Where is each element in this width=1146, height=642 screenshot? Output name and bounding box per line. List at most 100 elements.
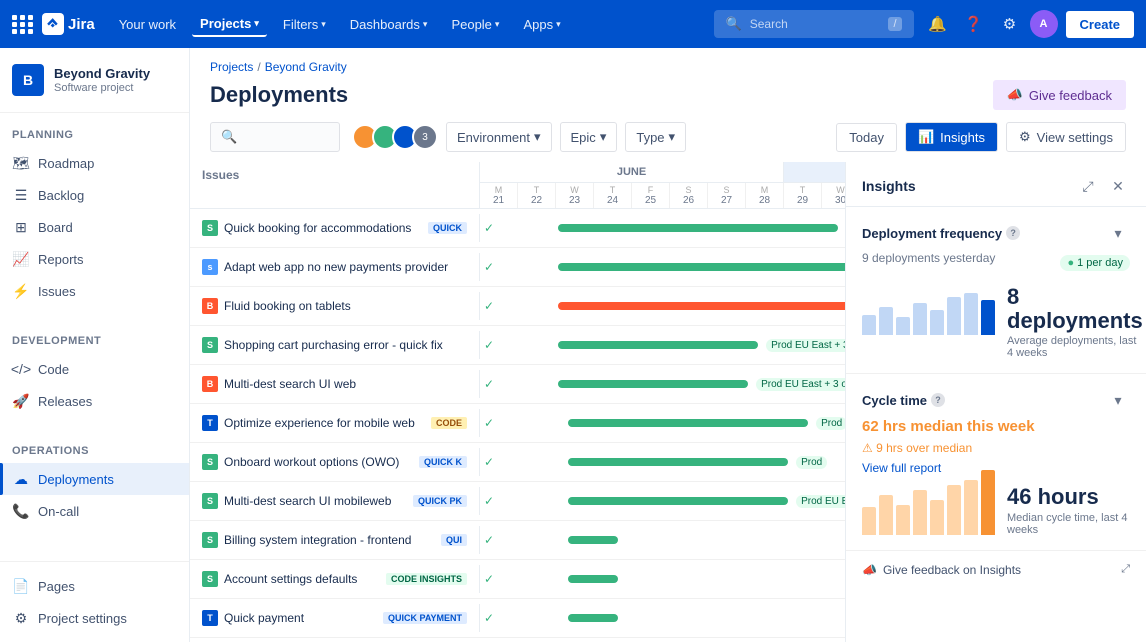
info-icon-cycle[interactable]: ? [931, 393, 945, 407]
sidebar-item-releases[interactable]: 🚀 Releases [0, 385, 189, 417]
gantt-bar-area: ✓ Prod EU East + 3 others [480, 365, 846, 403]
sidebar-item-project-settings[interactable]: ⚙ Project settings [0, 602, 189, 634]
apps-grid-icon[interactable] [12, 15, 34, 34]
issue-text: Account settings defaults [224, 572, 378, 586]
table-row[interactable]: T Optimize experience for mobile web COD… [190, 404, 846, 443]
chevron-down-icon: ▾ [321, 19, 326, 30]
sidebar-item-backlog[interactable]: ☰ Backlog [0, 179, 189, 211]
breadcrumb-project[interactable]: Beyond Gravity [265, 60, 347, 74]
issue-text: Shopping cart purchasing error - quick f… [224, 338, 467, 352]
give-feedback-button[interactable]: 📣 Give feedback [993, 80, 1126, 110]
insights-feedback-row[interactable]: 📣 Give feedback on Insights ⤢ [846, 551, 1146, 589]
sidebar-item-pages[interactable]: 📄 Pages [0, 570, 189, 602]
deployment-freq-title: Deployment frequency ? [862, 226, 1020, 241]
table-row[interactable]: S Quick booking for accommodations QUICK… [190, 209, 846, 248]
sidebar-item-issues[interactable]: ⚡ Issues [0, 275, 189, 307]
issue-cell: S Billing system integration - frontend … [190, 526, 480, 554]
settings-icon: ⚙ [1019, 129, 1031, 145]
gantt-bar [568, 458, 788, 466]
chevron-down-icon: ▾ [534, 129, 541, 145]
nav-apps[interactable]: Apps ▾ [515, 13, 568, 36]
issue-text: Optimize experience for mobile web [224, 416, 423, 430]
development-section: DEVELOPMENT </> Code 🚀 Releases [0, 319, 189, 429]
expand-icon[interactable]: ⤢ [1076, 174, 1100, 198]
table-row[interactable]: T Quick payment QUICK PAYMENT ✓ [190, 599, 846, 638]
table-row[interactable]: S Shopping cart purchasing error - quick… [190, 326, 846, 365]
nav-filters[interactable]: Filters ▾ [275, 13, 334, 36]
table-row[interactable]: S Multi-dest search UI mobileweb QUICK P… [190, 482, 846, 521]
view-settings-button[interactable]: ⚙ View settings [1006, 122, 1126, 152]
table-row[interactable]: S Fast trip search QUICK PAYMENT ✓ [190, 638, 846, 642]
help-icon[interactable]: ❓ [958, 8, 990, 40]
mini-bar [947, 485, 961, 535]
view-report-link[interactable]: View full report [862, 461, 1130, 475]
nav-people[interactable]: People ▾ [443, 13, 507, 36]
deployment-badge: ● 1 per day [1060, 255, 1130, 271]
table-row[interactable]: B Multi-dest search UI web ✓ Prod EU Eas… [190, 365, 846, 404]
user-avatar[interactable]: A [1030, 10, 1058, 38]
table-row[interactable]: S Account settings defaults CODE INSIGHT… [190, 560, 846, 599]
issue-type-icon: S [202, 220, 218, 236]
deployment-subtitle: 9 deployments yesterday [862, 251, 995, 265]
gantt-bar-area: ✓ Prod EU East + 3 d [480, 209, 846, 247]
operations-label: OPERATIONS [0, 441, 189, 463]
page-title: Deployments [210, 82, 348, 108]
create-button[interactable]: Create [1066, 11, 1134, 38]
search-input[interactable]: 🔍 [210, 122, 340, 152]
gantt-bar-area: ✓ Prod [480, 404, 846, 442]
insights-button[interactable]: 📊 Insights [905, 122, 998, 152]
page-header: Deployments 📣 Give feedback [190, 74, 1146, 122]
sidebar-item-label: On-call [38, 504, 79, 519]
table-row[interactable]: s Adapt web app no new payments provider… [190, 248, 846, 287]
sidebar-item-label: Code [38, 362, 69, 377]
breadcrumb-projects[interactable]: Projects [210, 60, 253, 74]
issue-text: Multi-dest search UI web [224, 377, 467, 391]
search-bar[interactable]: 🔍 Search / [714, 10, 914, 38]
issue-cell: T Quick payment QUICK PAYMENT [190, 604, 480, 632]
environment-filter[interactable]: Environment ▾ [446, 122, 552, 152]
collapse-icon[interactable]: ▾ [1106, 221, 1130, 245]
gantt-bar [568, 419, 808, 427]
sidebar-item-label: Pages [38, 579, 75, 594]
reports-icon: 📈 [12, 250, 30, 268]
sidebar-item-deployments[interactable]: ☁ Deployments [0, 463, 189, 495]
gantt-table: Issues JUNE JULY M21T22W23T24F25S26S27M2… [190, 162, 846, 642]
issue-rows: S Quick booking for accommodations QUICK… [190, 209, 846, 642]
sidebar-item-roadmap[interactable]: 🗺 Roadmap [0, 147, 189, 179]
project-header[interactable]: B Beyond Gravity Software project [0, 48, 189, 113]
cycle-warning: ⚠ 9 hrs over median [862, 441, 1130, 455]
settings-icon[interactable]: ⚙ [994, 8, 1026, 40]
close-icon[interactable]: ✕ [1106, 174, 1130, 198]
table-row[interactable]: S Billing system integration - frontend … [190, 521, 846, 560]
jira-logo[interactable]: Jira [42, 13, 95, 35]
table-row[interactable]: S Onboard workout options (OWO) QUICK K … [190, 443, 846, 482]
logo-text: Jira [68, 16, 95, 33]
deployment-frequency-card: Deployment frequency ? ▾ 9 deployments y… [846, 207, 1146, 374]
expand-feedback-icon[interactable]: ⤢ [1121, 563, 1130, 576]
collapse-cycle-icon[interactable]: ▾ [1106, 388, 1130, 412]
info-icon[interactable]: ? [1006, 226, 1020, 240]
gantt-bar-area: ✓ Prod EU East + 3 others [480, 326, 846, 364]
sidebar-item-board[interactable]: ⊞ Board [0, 211, 189, 243]
nav-projects[interactable]: Projects ▾ [192, 12, 267, 37]
gantt-bar-area: ✓ Prod EU East [480, 248, 846, 286]
day-cell: S26 [670, 183, 708, 208]
today-button[interactable]: Today [836, 123, 897, 152]
nav-your-work[interactable]: Your work [111, 13, 184, 36]
table-row[interactable]: B Fluid booking on tablets ✓ Staging [190, 287, 846, 326]
nav-dashboards[interactable]: Dashboards ▾ [342, 13, 436, 36]
issue-type-icon: s [202, 259, 218, 275]
planning-section: PLANNING 🗺 Roadmap ☰ Backlog ⊞ Board 📈 R… [0, 113, 189, 319]
gantt-bar [568, 614, 618, 622]
gantt-bar [568, 536, 618, 544]
sidebar-item-reports[interactable]: 📈 Reports [0, 243, 189, 275]
project-settings-icon: ⚙ [12, 609, 30, 627]
chevron-down-icon: ▾ [423, 19, 428, 30]
notifications-icon[interactable]: 🔔 [922, 8, 954, 40]
sidebar-item-label: Roadmap [38, 156, 94, 171]
sidebar-item-code[interactable]: </> Code [0, 353, 189, 385]
avatar-count[interactable]: 3 [412, 124, 438, 150]
type-filter[interactable]: Type ▾ [625, 122, 686, 152]
sidebar-item-on-call[interactable]: 📞 On-call [0, 495, 189, 527]
epic-filter[interactable]: Epic ▾ [560, 122, 618, 152]
